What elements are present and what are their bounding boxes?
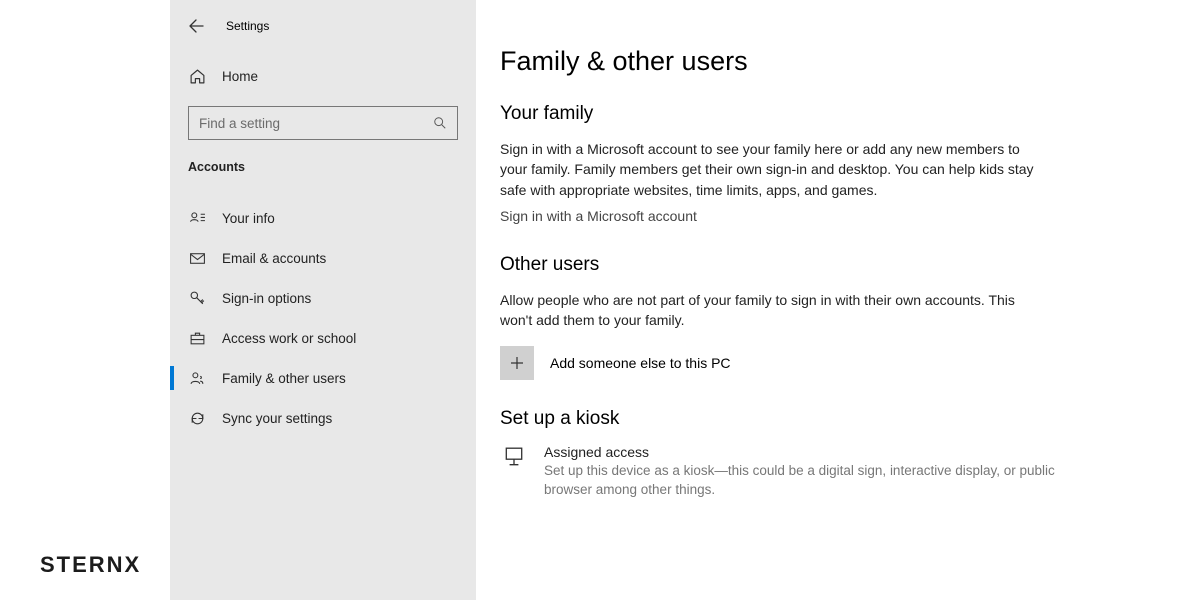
other-users-desc: Allow people who are not part of your fa… [500,290,1040,331]
your-family-desc: Sign in with a Microsoft account to see … [500,139,1040,200]
add-user-button[interactable]: Add someone else to this PC [500,346,1176,380]
sidebar-item-email-accounts[interactable]: Email & accounts [170,238,476,278]
sidebar: Settings Home Accounts Your info [170,0,476,600]
user-card-icon [188,209,206,227]
window-title: Settings [226,19,269,33]
sidebar-item-sync-settings[interactable]: Sync your settings [170,398,476,438]
sidebar-item-label: Your info [222,211,275,226]
sidebar-item-family-users[interactable]: Family & other users [170,358,476,398]
assigned-access-item[interactable]: Assigned access Set up this device as a … [500,444,1060,500]
main-content: Family & other users Your family Sign in… [476,0,1200,600]
plus-icon [500,346,534,380]
page-title: Family & other users [500,46,1176,77]
kiosk-heading: Set up a kiosk [500,408,1176,430]
search-field[interactable] [199,116,429,131]
sidebar-item-signin-options[interactable]: Sign-in options [170,278,476,318]
back-icon[interactable] [188,18,204,34]
brand-logo: STERNX [40,552,141,578]
sidebar-item-label: Access work or school [222,331,356,346]
sidebar-item-access-work[interactable]: Access work or school [170,318,476,358]
assigned-access-desc: Set up this device as a kiosk—this could… [544,462,1060,500]
sidebar-item-label: Family & other users [222,371,346,386]
add-user-label: Add someone else to this PC [550,355,731,371]
home-icon [188,67,206,85]
mail-icon [188,249,206,267]
briefcase-icon [188,329,206,347]
sidebar-item-label: Email & accounts [222,251,326,266]
kiosk-icon [500,444,528,500]
nav-home-label: Home [222,69,258,84]
sync-icon [188,409,206,427]
search-input[interactable] [188,106,458,140]
signin-ms-account-link[interactable]: Sign in with a Microsoft account [500,208,697,224]
other-users-heading: Other users [500,254,1176,276]
assigned-access-title: Assigned access [544,444,1060,460]
sidebar-section-label: Accounts [170,146,476,184]
sidebar-item-label: Sign-in options [222,291,311,306]
nav-home[interactable]: Home [170,56,476,96]
key-icon [188,289,206,307]
people-icon [188,369,206,387]
search-icon [433,116,447,130]
your-family-heading: Your family [500,103,1176,125]
sidebar-item-your-info[interactable]: Your info [170,198,476,238]
sidebar-item-label: Sync your settings [222,411,332,426]
